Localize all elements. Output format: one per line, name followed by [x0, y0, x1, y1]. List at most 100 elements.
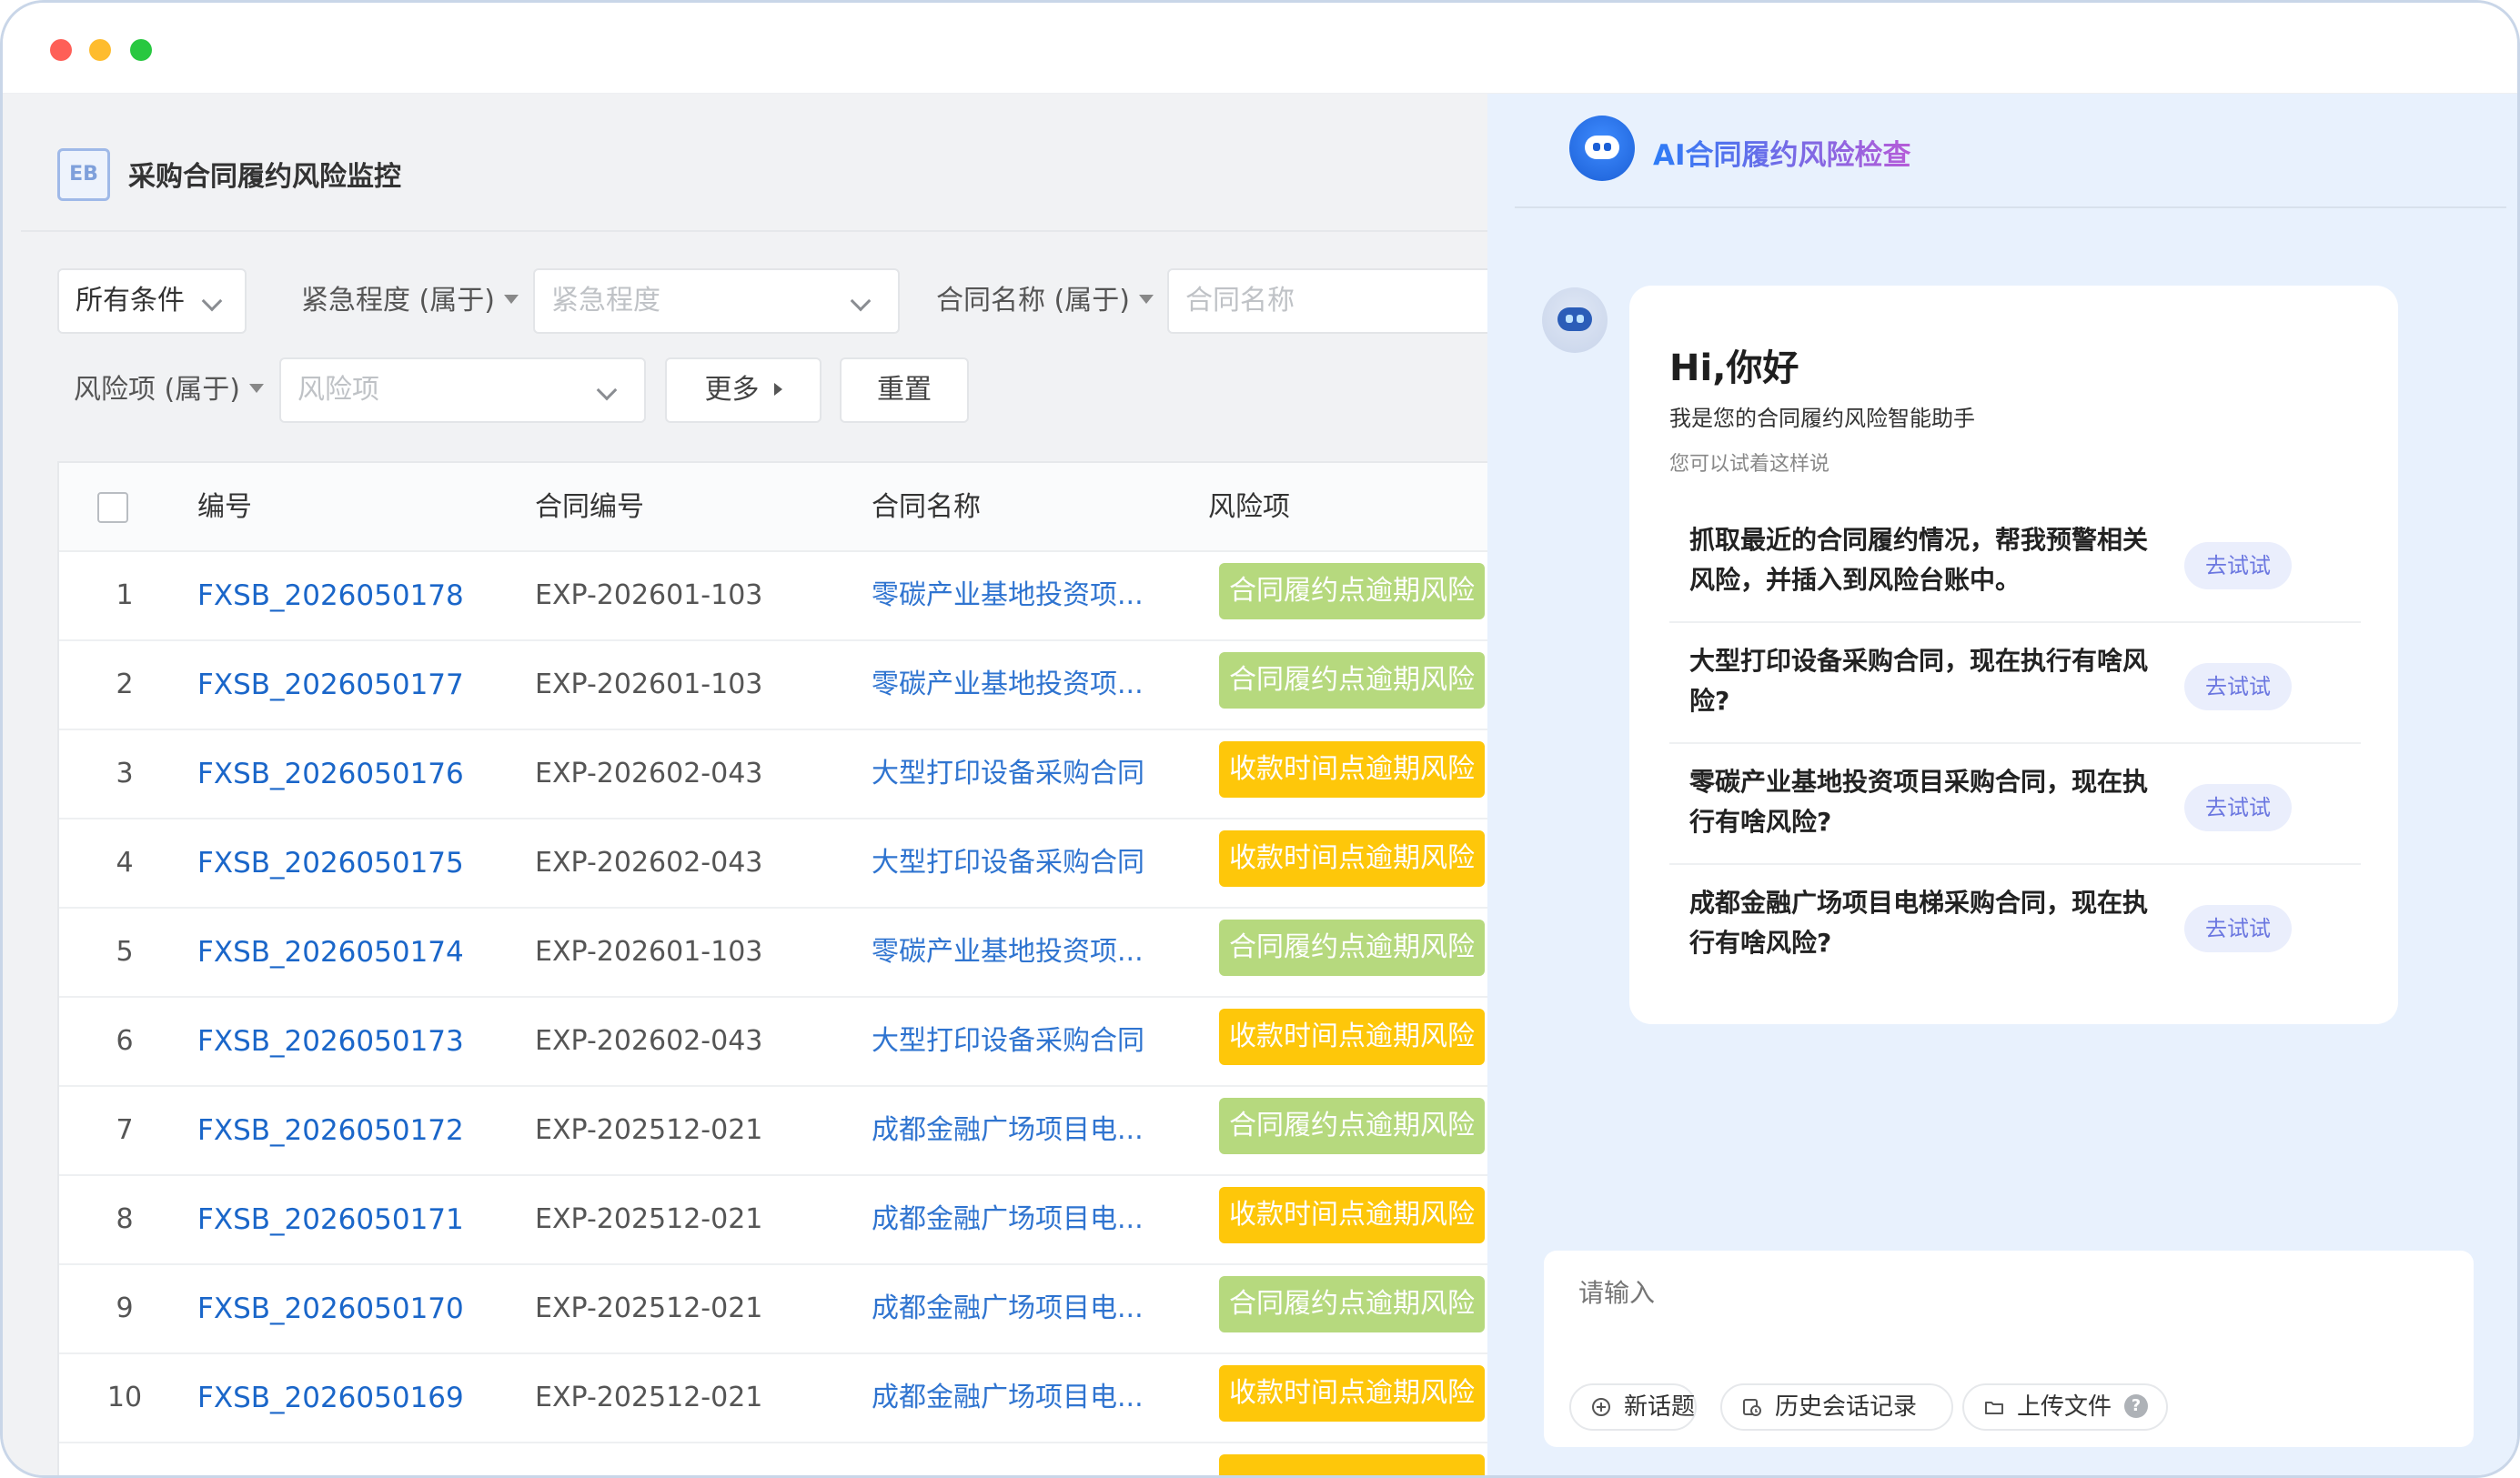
table-row[interactable]: 8 FXSB_2026050171 EXP-202512-021 成都金融广场项目电.…: [59, 1176, 1487, 1265]
risk-tag: 收款时间点逾期风险: [1219, 741, 1485, 798]
table-row[interactable]: 3 FXSB_2026050176 EXP-202602-043 大型打印设备采购合同…: [59, 730, 1487, 819]
caret-down-icon: [248, 383, 264, 393]
record-number-link[interactable]: FXSB_2026050175: [197, 819, 464, 907]
new-topic-label: 新话题: [1624, 1393, 1696, 1421]
try-it-button[interactable]: 去试试: [2184, 663, 2292, 710]
urgency-select[interactable]: 紧急程度: [533, 268, 900, 334]
column-header-contract-name[interactable]: 合同名称: [872, 463, 981, 552]
new-topic-button[interactable]: 新话题: [1569, 1383, 1698, 1431]
ai-robot-icon: [1569, 116, 1635, 181]
contract-name-link[interactable]: 大型打印设备采购合同: [872, 819, 1144, 907]
risk-tag: 收款时间点逾期风险: [1219, 1365, 1485, 1422]
try-it-button[interactable]: 去试试: [2184, 784, 2292, 831]
column-header-contract-no[interactable]: 合同编号: [535, 463, 644, 552]
table-row[interactable]: 5 FXSB_2026050174 EXP-202601-103 零碳产业基地投资项.…: [59, 909, 1487, 998]
more-filters-button[interactable]: 更多: [665, 357, 822, 423]
row-index: 1: [116, 579, 134, 611]
upload-label: 上传文件: [2017, 1393, 2112, 1421]
suggestion-hint: 您可以试着这样说: [1669, 453, 1830, 476]
maximize-window-button[interactable]: [130, 39, 152, 61]
risk-tag: 合同履约点逾期风险: [1219, 1098, 1485, 1154]
table-row[interactable]: 7 FXSB_2026050172 EXP-202512-021 成都金融广场项目电.…: [59, 1087, 1487, 1176]
table-header: 编号 合同编号 合同名称 风险项: [59, 463, 1487, 552]
record-number-link[interactable]: FXSB_2026050170: [197, 1265, 464, 1352]
record-number-link[interactable]: FXSB_2026050169: [197, 1354, 464, 1442]
suggestion-text: 大型打印设备采购合同，现在执行有啥风险?: [1689, 646, 2149, 716]
table-row[interactable]: 6 FXSB_2026050173 EXP-202602-043 大型打印设备采购合同…: [59, 998, 1487, 1087]
record-number-link[interactable]: FXSB_2026050171: [197, 1176, 464, 1263]
risk-item-filter-label[interactable]: 风险项 (属于): [74, 357, 264, 423]
contract-name-link[interactable]: 零碳产业基地投资项...: [872, 552, 1144, 639]
contract-name-link[interactable]: 成都金融广场项目电...: [872, 1354, 1144, 1442]
try-it-button[interactable]: 去试试: [2184, 542, 2292, 589]
suggestion-text: 成都金融广场项目电梯采购合同，现在执行有啥风险?: [1689, 888, 2149, 958]
risk-table: 编号 合同编号 合同名称 风险项 1 FXSB_2026050178 EXP-202…: [57, 461, 1487, 1475]
risk-tag: 合同履约点逾期风险: [1219, 652, 1485, 709]
table-row[interactable]: 1 FXSB_2026050178 EXP-202601-103 零碳产业基地投资项.…: [59, 552, 1487, 641]
table-row[interactable]: 2 FXSB_2026050177 EXP-202601-103 零碳产业基地投资项.…: [59, 641, 1487, 730]
record-number-link[interactable]: FXSB_2026050177: [197, 641, 464, 729]
try-it-button[interactable]: 去试试: [2184, 905, 2292, 952]
contract-name-label-text: 合同名称 (属于): [936, 285, 1130, 317]
contract-name-link[interactable]: 大型打印设备采购合同: [872, 730, 1144, 818]
contract-name-link[interactable]: 成都金融广场项目电...: [872, 1087, 1144, 1174]
table-row[interactable]: 9 FXSB_2026050170 EXP-202512-021 成都金融广场项目电.…: [59, 1265, 1487, 1354]
more-button-label: 更多: [704, 374, 760, 406]
risk-tag: 收款时间点逾期风险: [1219, 1187, 1485, 1243]
reset-button[interactable]: 重置: [840, 357, 969, 423]
record-number-link[interactable]: FXSB_2026050172: [197, 1087, 464, 1174]
close-window-button[interactable]: [50, 39, 72, 61]
contract-name-link[interactable]: 大型打印设备采购合同: [872, 998, 1144, 1085]
risk-tag: 收款时间点逾期风险: [1219, 830, 1485, 887]
history-button[interactable]: 历史会话记录: [1720, 1383, 1954, 1431]
risk-monitor-app: EB 采购合同履约风险监控 所有条件 紧急程度 (属于) 紧急程度 合同名称 (…: [3, 94, 1487, 1475]
row-index: 6: [116, 1025, 134, 1057]
contract-number: EXP-202602-043: [535, 847, 763, 879]
contract-name-link[interactable]: 成都金融广场项目电...: [872, 1176, 1144, 1263]
all-conditions-dropdown[interactable]: 所有条件: [57, 268, 247, 334]
folder-icon: [1985, 1402, 2003, 1414]
ai-panel-header: AI合同履约风险检查: [1515, 94, 2506, 208]
contract-name-link[interactable]: 零碳产业基地投资项...: [872, 641, 1144, 729]
table-row[interactable]: [59, 1443, 1487, 1475]
column-header-no[interactable]: 编号: [197, 463, 252, 552]
table-row[interactable]: 4 FXSB_2026050175 EXP-202602-043 大型打印设备采购合同…: [59, 819, 1487, 909]
risk-tag: [1219, 1454, 1485, 1475]
table-row[interactable]: 10 FXSB_2026050169 EXP-202512-021 成都金融广场项目电…: [59, 1354, 1487, 1443]
row-index: 9: [116, 1292, 134, 1324]
risk-tag: 合同履约点逾期风险: [1219, 1276, 1485, 1332]
row-index: 10: [106, 1382, 143, 1413]
window-titlebar: [3, 3, 2517, 94]
record-number-link[interactable]: FXSB_2026050173: [197, 998, 464, 1085]
caret-right-icon: [773, 382, 782, 396]
help-icon[interactable]: ?: [2124, 1393, 2149, 1418]
risk-item-select[interactable]: 风险项: [279, 357, 646, 423]
contract-number: EXP-202512-021: [535, 1382, 763, 1413]
row-index: 4: [116, 847, 134, 879]
app-header: EB 采购合同履约风险监控: [21, 94, 1487, 232]
contract-number: EXP-202512-021: [535, 1292, 763, 1324]
app-window: EB 采购合同履约风险监控 所有条件 紧急程度 (属于) 紧急程度 合同名称 (…: [0, 0, 2520, 1478]
contract-number: EXP-202601-103: [535, 579, 763, 611]
suggestion-item: 零碳产业基地投资项目采购合同，现在执行有啥风险? 去试试: [1669, 744, 2361, 865]
select-all-checkbox[interactable]: [97, 492, 128, 523]
greeting-title: Hi,你好: [1669, 347, 1799, 389]
upload-file-button[interactable]: 上传文件?: [1962, 1383, 2169, 1431]
contract-name-input[interactable]: 合同名称: [1167, 268, 1487, 334]
contract-name-link[interactable]: 成都金融广场项目电...: [872, 1265, 1144, 1352]
urgency-filter-label[interactable]: 紧急程度 (属于): [301, 268, 519, 334]
contract-number: EXP-202602-043: [535, 758, 763, 789]
column-header-risk[interactable]: 风险项: [1208, 463, 1290, 552]
record-number-link[interactable]: FXSB_2026050176: [197, 730, 464, 818]
record-number-link[interactable]: FXSB_2026050174: [197, 909, 464, 996]
contract-name-link[interactable]: 零碳产业基地投资项...: [872, 909, 1144, 996]
plus-circle-icon: [1592, 1398, 1610, 1416]
risk-item-placeholder: 风险项: [297, 374, 379, 406]
ai-assistant-panel: AI合同履约风险检查 Hi,你好 我是您的合同履约风险智能助手 您可以试着这样说…: [1487, 94, 2517, 1475]
row-index: 5: [116, 936, 134, 968]
contract-name-filter-label[interactable]: 合同名称 (属于): [936, 268, 1154, 334]
record-number-link[interactable]: FXSB_2026050178: [197, 552, 464, 639]
chat-input[interactable]: [1578, 1278, 2397, 1308]
minimize-window-button[interactable]: [89, 39, 111, 61]
chevron-down-icon: [201, 290, 223, 312]
